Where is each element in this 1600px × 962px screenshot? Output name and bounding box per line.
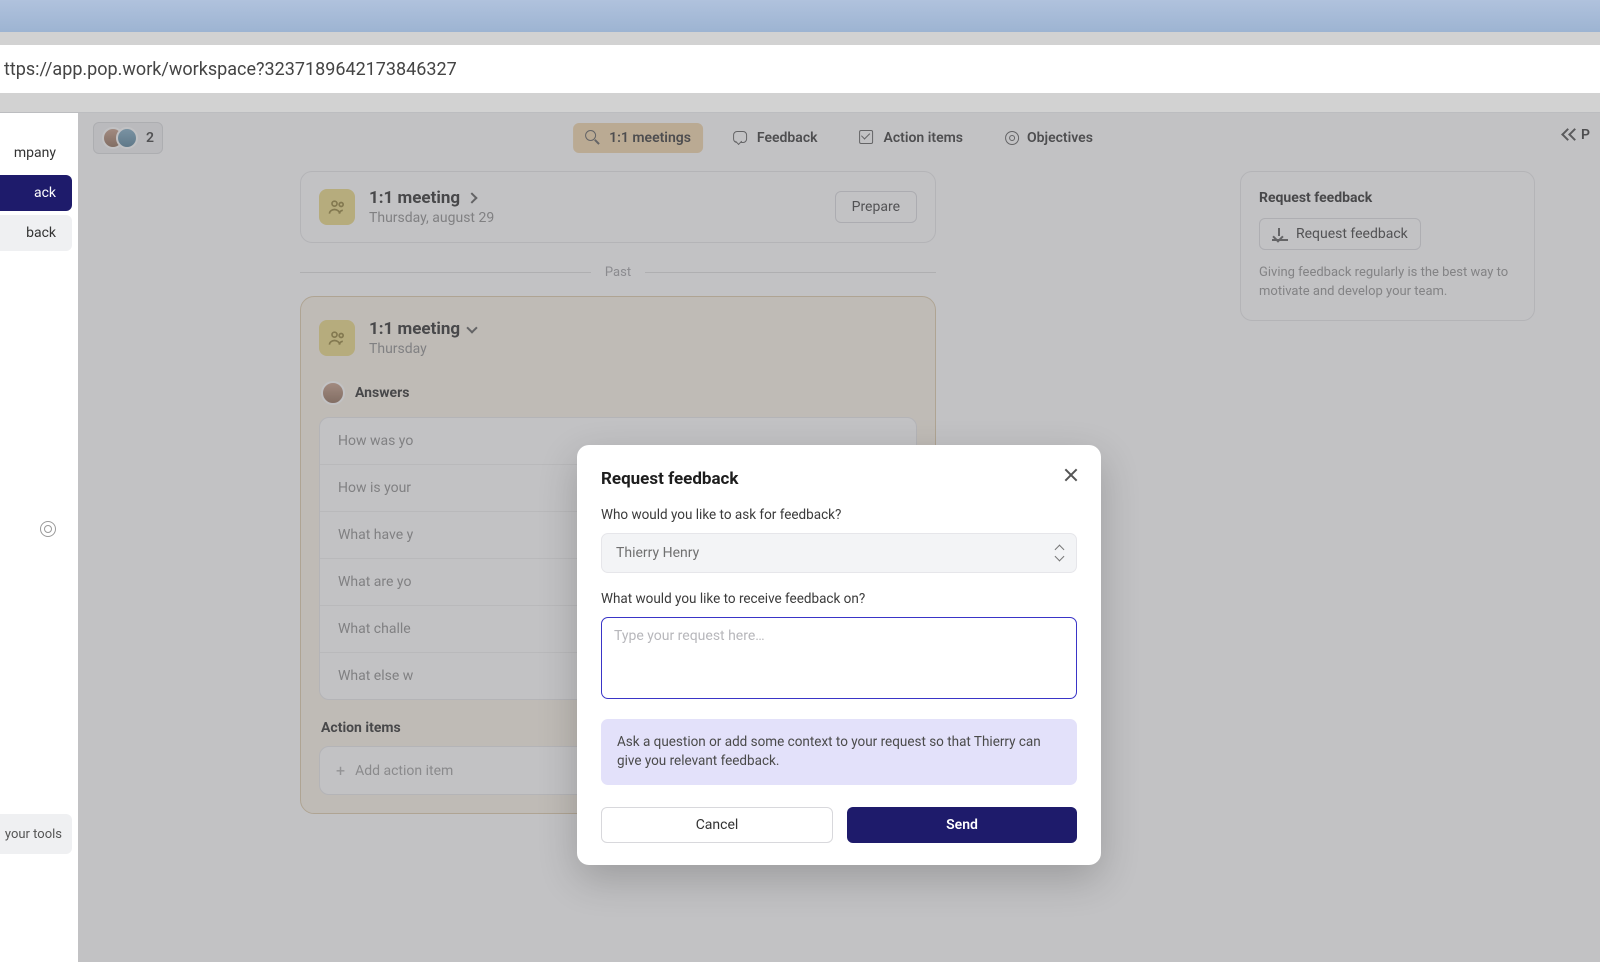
cancel-button[interactable]: Cancel — [601, 807, 833, 843]
sidebar-your-tools[interactable]: your tools — [0, 814, 72, 854]
modal-title: Request feedback — [601, 469, 1077, 489]
url-bar[interactable] — [0, 45, 1600, 93]
feedback-request-textarea[interactable] — [601, 617, 1077, 699]
send-button[interactable]: Send — [847, 807, 1077, 843]
sidebar: mpany ack back your tools — [0, 113, 78, 962]
sidebar-item-back[interactable]: back — [0, 215, 72, 251]
main: 2 1:1 meetings Feedback Action items Obj… — [78, 113, 1600, 962]
who-label: Who would you like to ask for feedback? — [601, 507, 1077, 523]
select-arrows-icon — [1056, 546, 1064, 560]
sidebar-item-active[interactable]: ack — [0, 175, 72, 211]
hint-box: Ask a question or add some context to yo… — [601, 719, 1077, 785]
close-icon[interactable] — [1061, 465, 1081, 485]
what-label: What would you like to receive feedback … — [601, 591, 1077, 607]
browser-top-bar — [0, 0, 1600, 32]
person-select[interactable]: Thierry Henry — [601, 533, 1077, 573]
modal-actions: Cancel Send — [601, 807, 1077, 843]
request-feedback-modal: Request feedback Who would you like to a… — [577, 445, 1101, 865]
url-input[interactable] — [4, 59, 1596, 80]
selected-person: Thierry Henry — [616, 545, 699, 561]
gear-icon[interactable] — [40, 521, 56, 537]
sidebar-item-company[interactable]: mpany — [0, 135, 72, 171]
